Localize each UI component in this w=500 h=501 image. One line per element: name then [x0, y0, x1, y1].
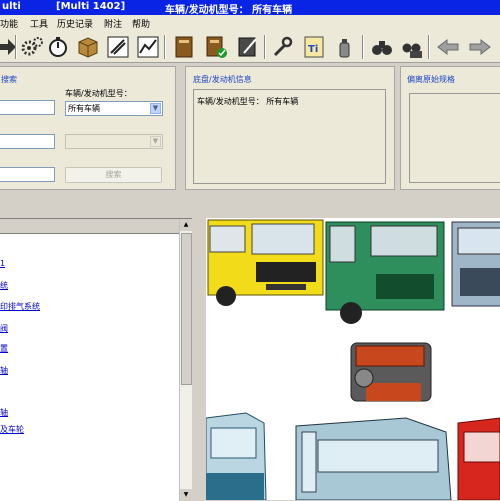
vehicle-model-label: 车辆/发动机型号： — [65, 89, 132, 98]
search-field-1[interactable] — [0, 100, 55, 115]
tree-item[interactable]: 1 — [0, 259, 5, 268]
tree-item[interactable]: 置 — [0, 343, 8, 354]
search-field-2[interactable] — [0, 134, 55, 149]
vehicles-illustration — [206, 219, 500, 500]
tree-scrollbar[interactable]: ▲ ▼ — [179, 219, 192, 501]
chassis-info-box: 车辆/发动机型号： 所有车辆 — [193, 89, 386, 184]
secondary-select: ▼ — [65, 134, 163, 149]
window-tag: [Multi 1402] — [56, 1, 126, 12]
app-title: ulti — [2, 1, 21, 12]
search-button[interactable]: 搜索 — [65, 167, 162, 183]
scroll-up-icon[interactable]: ▲ — [180, 219, 192, 231]
menu-history[interactable]: 历史记录 — [57, 17, 93, 30]
chassis-info-text: 车辆/发动机型号： 所有车辆 — [197, 97, 299, 106]
engine-image — [350, 342, 432, 402]
chevron-down-icon[interactable]: ▼ — [150, 103, 161, 114]
blue-truck-image — [451, 221, 500, 307]
search-panel-title: 搜索 — [1, 75, 17, 84]
binoculars-icon[interactable] — [368, 33, 395, 60]
window-context: 车辆/发动机型号： 所有车辆 — [165, 5, 293, 16]
menu-notes[interactable]: 附注 — [104, 17, 122, 30]
scroll-thumb[interactable] — [181, 233, 192, 385]
scroll-down-icon[interactable]: ▼ — [180, 489, 192, 501]
search-panel: 搜索 车辆/发动机型号： 所有车辆 ▼ ▼ 搜索 — [0, 66, 176, 190]
spec-info-box — [409, 93, 500, 183]
notepad-edit-icon[interactable] — [234, 33, 261, 60]
ti-icon[interactable]: Ti — [300, 33, 327, 60]
spec-panel-title: 偏离原始规格 — [407, 75, 455, 84]
menu-help[interactable]: 帮助 — [132, 17, 150, 30]
back-arrow-icon[interactable] — [434, 33, 461, 60]
forward-arrow-icon[interactable] — [466, 33, 493, 60]
spec-deviation-panel: 偏离原始规格 — [400, 66, 500, 190]
red-bus-image — [457, 417, 500, 500]
tree-pane: 1 统 印排气系统 阀 置 轴 轴 及车轮 ▲ ▼ — [0, 218, 192, 501]
tree-item[interactable]: 轴 — [0, 365, 8, 376]
stopwatch-icon[interactable] — [44, 33, 71, 60]
binoculars-folder-icon[interactable] — [398, 33, 425, 60]
vehicle-model-select[interactable]: 所有车辆 ▼ — [65, 101, 163, 116]
tree-item[interactable]: 及车轮 — [0, 424, 24, 435]
yellow-truck-image — [207, 219, 324, 306]
chart-icon[interactable] — [134, 33, 161, 60]
menu-functions[interactable]: 功能 — [0, 17, 18, 30]
search-field-3[interactable] — [0, 167, 55, 182]
spray-can-icon[interactable] — [330, 33, 357, 60]
chassis-info-panel: 底盘/发动机信息 车辆/发动机型号： 所有车辆 — [185, 66, 395, 190]
vehicle-image-pane — [206, 218, 500, 500]
bus-left-image — [206, 412, 267, 500]
tree-item[interactable]: 阀 — [0, 323, 8, 334]
chassis-panel-title: 底盘/发动机信息 — [193, 75, 252, 84]
green-truck-image — [325, 221, 445, 324]
menu-bar: 功能 工具 历史记录 附注 帮助 — [0, 15, 500, 32]
title-bar: ulti [Multi 1402] 车辆/发动机型号： 所有车辆 — [0, 0, 500, 16]
wrench-icon[interactable] — [268, 33, 295, 60]
tree-item[interactable]: 轴 — [0, 407, 8, 418]
menu-tools[interactable]: 工具 — [30, 17, 48, 30]
bus-middle-image — [295, 417, 452, 500]
book-icon[interactable] — [170, 33, 197, 60]
wrench-tool-icon[interactable] — [104, 33, 131, 60]
tree-item[interactable]: 印排气系统 — [0, 301, 40, 312]
gears-icon[interactable] — [18, 33, 45, 60]
package-icon[interactable] — [74, 33, 101, 60]
tree-item[interactable]: 统 — [0, 280, 8, 291]
tree-header — [0, 219, 180, 234]
svg-text:Ti: Ti — [308, 44, 318, 55]
toolbar: Ti — [0, 32, 500, 63]
vehicle-model-select-value: 所有车辆 — [68, 104, 100, 113]
book-check-icon[interactable] — [202, 33, 229, 60]
chevron-down-icon: ▼ — [150, 136, 161, 147]
